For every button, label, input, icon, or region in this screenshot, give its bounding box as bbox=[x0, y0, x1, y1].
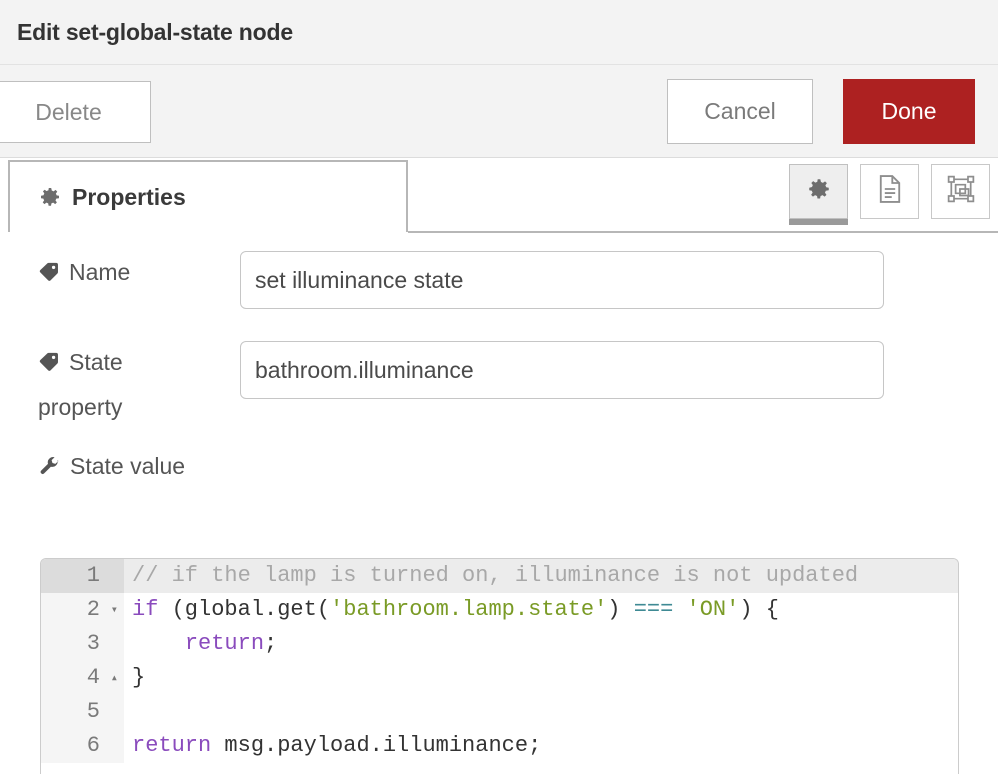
line-number: 5 bbox=[86, 699, 100, 724]
code-token-string: 'ON' bbox=[686, 597, 740, 622]
line-number: 4 bbox=[86, 665, 100, 690]
code-token-plain: ) { bbox=[739, 597, 779, 622]
code-token-keyword: if bbox=[132, 597, 159, 622]
code-line-text: // if the lamp is turned on, illuminance… bbox=[124, 559, 958, 593]
gear-icon bbox=[806, 176, 832, 207]
page-title: Edit set-global-state node bbox=[17, 18, 293, 45]
tab-properties[interactable]: Properties bbox=[8, 160, 408, 232]
name-label: Name bbox=[0, 251, 200, 296]
code-line[interactable]: 5 bbox=[41, 695, 958, 729]
code-line[interactable]: 2 ▾ if (global.get('bathroom.lamp.state') … bbox=[41, 593, 958, 627]
code-token-plain: msg.payload.illuminance; bbox=[211, 733, 542, 758]
name-label-text: Name bbox=[69, 259, 131, 285]
line-number-gutter: 1 bbox=[41, 559, 124, 593]
code-token-plain: ; bbox=[264, 631, 278, 656]
layout-icon bbox=[947, 175, 975, 208]
code-fold-toggle-icon[interactable]: ▾ bbox=[104, 593, 118, 627]
code-line[interactable]: 3 return; bbox=[41, 627, 958, 661]
wrench-icon bbox=[38, 455, 61, 484]
code-token-operator: === bbox=[633, 597, 674, 622]
tab-strip: Properties bbox=[0, 158, 998, 233]
delete-button[interactable]: Delete bbox=[0, 81, 151, 143]
name-input[interactable] bbox=[240, 251, 884, 309]
line-number: 2 bbox=[86, 597, 100, 622]
field-row-state-property: State property bbox=[0, 341, 998, 437]
code-line-text bbox=[124, 695, 958, 729]
code-line[interactable]: 4 ▴} bbox=[41, 661, 958, 695]
editor-view-buttons bbox=[789, 164, 990, 225]
cancel-button[interactable]: Cancel bbox=[667, 79, 813, 144]
state-property-label: State property bbox=[0, 341, 200, 428]
code-token-keyword: return bbox=[184, 631, 265, 656]
code-token-plain: ) bbox=[607, 597, 634, 622]
gear-icon bbox=[38, 185, 62, 209]
appearance-icon-button[interactable] bbox=[931, 164, 990, 219]
code-line[interactable]: 6 return msg.payload.illuminance; bbox=[41, 729, 958, 763]
line-number-gutter: 6 bbox=[41, 729, 124, 763]
line-number-gutter: 2 ▾ bbox=[41, 593, 124, 627]
code-fold-toggle-icon[interactable]: ▴ bbox=[104, 661, 118, 695]
done-button[interactable]: Done bbox=[843, 79, 975, 144]
code-line-text: return msg.payload.illuminance; bbox=[124, 729, 958, 763]
code-token-keyword: return bbox=[132, 733, 212, 758]
code-line[interactable]: 1 // if the lamp is turned on, illuminanc… bbox=[41, 559, 958, 593]
document-icon bbox=[877, 174, 903, 209]
code-line-text: return; bbox=[124, 627, 958, 661]
tab-properties-label: Properties bbox=[72, 183, 186, 210]
code-line-text: } bbox=[124, 661, 958, 695]
line-number-gutter: 5 bbox=[41, 695, 124, 729]
code-line-text: if (global.get('bathroom.lamp.state') ==… bbox=[124, 593, 958, 627]
line-number: 3 bbox=[86, 631, 100, 656]
line-number: 6 bbox=[86, 733, 100, 758]
state-value-label-text: State value bbox=[70, 453, 186, 479]
tag-icon bbox=[38, 344, 60, 386]
code-token-string: 'bathroom.lamp.state' bbox=[330, 597, 608, 622]
dialog-header: Edit set-global-state node bbox=[0, 0, 998, 65]
code-token-comment: // if the lamp is turned on, illuminance… bbox=[132, 563, 859, 588]
code-token-plain: (global.get( bbox=[158, 597, 331, 622]
code-lines: 1 // if the lamp is turned on, illuminanc… bbox=[41, 559, 958, 763]
line-number-gutter: 4 ▴ bbox=[41, 661, 124, 695]
state-property-input[interactable] bbox=[240, 341, 884, 399]
line-number: 1 bbox=[86, 563, 100, 588]
properties-form: Name State property State value bbox=[0, 233, 998, 484]
state-value-label: State value bbox=[0, 453, 998, 484]
properties-icon-button[interactable] bbox=[789, 164, 848, 225]
state-value-code-editor[interactable]: 1 // if the lamp is turned on, illuminanc… bbox=[40, 558, 959, 774]
tag-icon bbox=[38, 254, 60, 296]
line-number-gutter: 3 bbox=[41, 627, 124, 661]
description-icon-button[interactable] bbox=[860, 164, 919, 219]
dialog-toolbar: Delete Cancel Done bbox=[0, 65, 998, 158]
field-row-name: Name bbox=[0, 251, 998, 325]
code-token-plain: } bbox=[132, 665, 146, 690]
